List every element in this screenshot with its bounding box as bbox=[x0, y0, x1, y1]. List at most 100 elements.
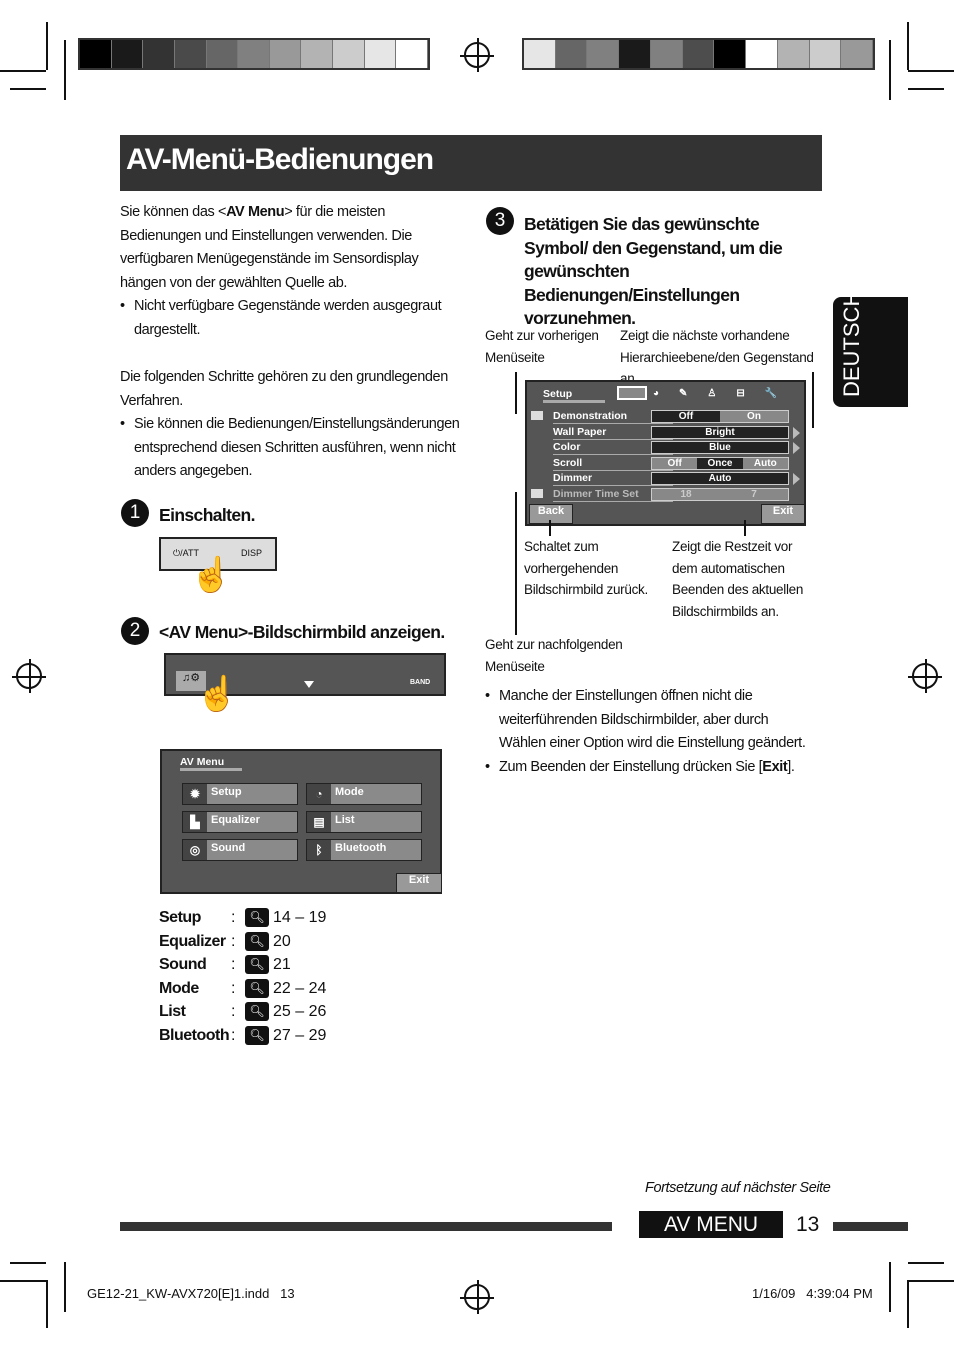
reference-pages: 🔍︎ 20 bbox=[245, 930, 291, 954]
arrow-right-icon[interactable] bbox=[793, 426, 800, 439]
reference-pages: 🔍︎ 27 – 29 bbox=[245, 1024, 326, 1048]
crop-mark bbox=[908, 88, 944, 90]
setup-option[interactable]: 18 bbox=[652, 489, 720, 500]
color-swatch bbox=[111, 40, 144, 68]
note-text-end: ]. bbox=[787, 759, 795, 775]
intro-bullet-text: Nicht verfügbare Gegenstände werden ausg… bbox=[134, 298, 442, 338]
av-menu-item-setup[interactable]: ✹ Setup bbox=[182, 783, 298, 805]
band-button[interactable]: BAND bbox=[410, 679, 430, 686]
tab-display-icon[interactable] bbox=[617, 386, 647, 400]
setup-tab-icons[interactable]: ◕✎♙⊟🔧 bbox=[653, 388, 803, 399]
language-tab-label: DEUTSCH bbox=[839, 290, 864, 397]
page-range: 20 bbox=[273, 932, 291, 950]
av-menu-item-label: Equalizer bbox=[211, 814, 260, 826]
setup-row-value[interactable]: Blue bbox=[651, 441, 789, 454]
crop-mark bbox=[0, 1280, 46, 1282]
note-1: • Manche der Einstellungen öffnen nicht d… bbox=[485, 685, 815, 756]
setup-option[interactable]: On bbox=[720, 411, 788, 422]
av-menu-item-label: Bluetooth bbox=[335, 842, 387, 854]
down-arrow-icon[interactable] bbox=[304, 681, 314, 688]
arrow-right-icon[interactable] bbox=[793, 473, 800, 485]
exit-button[interactable]: Exit bbox=[761, 504, 805, 524]
av-menu-item-equalizer[interactable]: ▙ Equalizer bbox=[182, 811, 298, 833]
reference-pages: 🔍︎ 14 – 19 bbox=[245, 906, 326, 930]
setup-row-value[interactable]: Off Once Auto bbox=[651, 456, 789, 470]
callout-line bbox=[744, 520, 746, 536]
setup-option[interactable]: Once bbox=[697, 458, 742, 469]
setup-option[interactable]: Bright bbox=[652, 427, 788, 438]
setup-option[interactable]: Auto bbox=[652, 473, 788, 484]
arrow-right-icon[interactable] bbox=[793, 442, 800, 454]
colon: : bbox=[231, 932, 236, 950]
footer-section: AV MENU bbox=[639, 1211, 783, 1238]
setup-row-value[interactable]: Off On bbox=[651, 410, 789, 423]
equalizer-icon: ▙ bbox=[183, 812, 207, 832]
scroll-up-icon[interactable] bbox=[531, 411, 543, 420]
intro-text-b: AV Menu bbox=[226, 204, 285, 220]
av-menu-item-mode[interactable]: ◔ Mode bbox=[306, 783, 422, 805]
callout-line bbox=[812, 372, 814, 428]
setup-row-value[interactable]: Bright bbox=[651, 425, 789, 439]
note-text: Manche der Einstellungen öffnen nicht di… bbox=[499, 688, 806, 751]
para2-bullet-text: Sie können die Bedienungen/Einstellungsä… bbox=[134, 416, 460, 479]
setup-option[interactable]: 7 bbox=[720, 489, 788, 500]
intro-text: Sie können das <AV Menu> für die meisten… bbox=[120, 201, 460, 295]
setup-row-value[interactable]: Auto bbox=[651, 472, 789, 485]
registration-mark-icon bbox=[460, 38, 494, 72]
bullet: • bbox=[120, 298, 125, 314]
para2: Die folgenden Schritte gehören zu den gr… bbox=[120, 369, 448, 409]
crop-mark bbox=[64, 1262, 66, 1312]
crop-mark bbox=[889, 40, 891, 100]
av-menu-item-bluetooth[interactable]: ᛒ Bluetooth bbox=[306, 839, 422, 861]
setup-option[interactable]: Auto bbox=[742, 457, 788, 469]
bullet: • bbox=[485, 688, 490, 704]
crop-mark bbox=[64, 40, 66, 100]
crop-mark bbox=[46, 22, 48, 70]
color-swatch bbox=[841, 40, 874, 68]
registration-mark-icon bbox=[908, 659, 942, 693]
color-swatch bbox=[650, 40, 683, 68]
color-swatch bbox=[333, 40, 365, 68]
bullet: • bbox=[485, 759, 490, 775]
color-swatch bbox=[619, 40, 651, 68]
av-menu-item-label: Setup bbox=[211, 786, 242, 798]
av-menu-item-sound[interactable]: ◎ Sound bbox=[182, 839, 298, 861]
color-swatch bbox=[809, 40, 842, 68]
setup-option[interactable]: Off bbox=[652, 411, 720, 422]
magnifier-icon: 🔍︎ bbox=[245, 955, 269, 975]
color-swatch bbox=[555, 40, 588, 68]
color-swatch bbox=[524, 40, 556, 68]
callout-line bbox=[549, 520, 551, 536]
reference-pages: 🔍︎ 21 bbox=[245, 953, 291, 977]
magnifier-icon: 🔍︎ bbox=[245, 908, 269, 928]
crop-mark bbox=[46, 1280, 48, 1328]
step-number: 3 bbox=[486, 207, 514, 235]
magnifier-icon: 🔍︎ bbox=[245, 1025, 269, 1045]
av-menu-item-label: Mode bbox=[335, 786, 364, 798]
note-exit: Exit bbox=[762, 759, 788, 775]
setup-option[interactable]: Off bbox=[652, 457, 698, 469]
av-menu-screen: AV Menu ✹ Setup ◔ Mode ▙ Equalizer ▤ List ◎ Sound… bbox=[160, 749, 442, 894]
callout-back: Schaltet zum vorhergehenden Bildschirmbi… bbox=[524, 539, 648, 597]
note-2: • Zum Beenden der Einstellung drücken Sie… bbox=[485, 756, 815, 780]
scroll-down-icon[interactable] bbox=[531, 489, 543, 498]
intro-bullet: • Nicht verfügbare Gegenstände werden aus… bbox=[120, 295, 460, 342]
slug-file: GE12-21_KW-AVX720[E]1.indd 13 bbox=[87, 1286, 295, 1301]
footer-rule bbox=[120, 1222, 612, 1231]
bullet: • bbox=[120, 416, 125, 432]
step-text: <AV Menu>-Bildschirmbild anzeigen. bbox=[159, 622, 445, 642]
setup-row-value[interactable]: 18 7 bbox=[651, 487, 789, 501]
step-text: Betätigen Sie das gewünschte Symbol/ den… bbox=[524, 214, 783, 328]
continued-note: Fortsetzung auf nächster Seite bbox=[645, 1180, 831, 1196]
exit-button[interactable]: Exit bbox=[396, 873, 442, 893]
setup-option[interactable]: Blue bbox=[652, 442, 788, 453]
back-button[interactable]: Back bbox=[529, 504, 573, 524]
av-menu-item-list[interactable]: ▤ List bbox=[306, 811, 422, 833]
note-text: Zum Beenden der Einstellung drücken Sie … bbox=[499, 759, 763, 775]
colon: : bbox=[231, 909, 236, 926]
av-menu-title: AV Menu bbox=[180, 756, 242, 771]
callout-timer: Zeigt die Restzeit vor dem automatischen… bbox=[672, 539, 804, 619]
page-title: AV-Menü-Bedienungen bbox=[120, 135, 822, 191]
disp-button[interactable]: DISP bbox=[241, 548, 262, 558]
mode-icon: ◔ bbox=[307, 784, 331, 804]
